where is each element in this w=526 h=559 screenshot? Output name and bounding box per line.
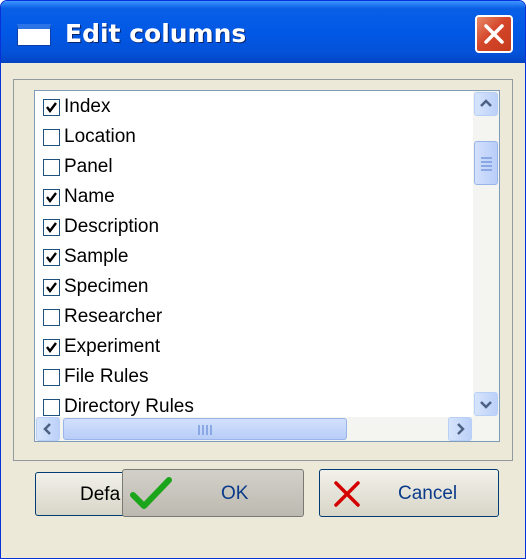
cancel-button[interactable]: Cancel (319, 469, 499, 517)
close-button[interactable] (475, 15, 513, 53)
column-checkbox[interactable] (43, 369, 60, 386)
scroll-left-button[interactable] (36, 417, 60, 441)
chevron-up-icon (480, 99, 492, 107)
column-label: Description (64, 216, 160, 237)
list-item[interactable]: Experiment (35, 333, 475, 363)
column-checkbox[interactable] (43, 219, 60, 236)
edit-columns-dialog: Edit columns Index Location Panel Name Descr… (0, 0, 526, 559)
check-icon (46, 252, 57, 263)
column-checkbox[interactable] (43, 339, 60, 356)
horizontal-scrollbar[interactable] (35, 417, 499, 441)
ok-button[interactable]: OK (122, 469, 304, 517)
check-icon (46, 222, 57, 233)
window-icon (17, 24, 51, 46)
check-icon (46, 192, 57, 203)
column-label: Specimen (64, 276, 149, 297)
check-icon (46, 342, 57, 353)
column-checkbox[interactable] (43, 249, 60, 266)
dialog-title: Edit columns (65, 19, 247, 48)
column-label: Directory Rules (64, 396, 194, 417)
check-icon (46, 282, 57, 293)
list-item[interactable]: File Rules (35, 363, 475, 393)
column-checkbox[interactable] (43, 99, 60, 116)
columns-list[interactable]: Index Location Panel Name Description Sample S… (34, 90, 500, 442)
column-checkbox[interactable] (43, 159, 60, 176)
column-label: File Rules (64, 366, 149, 387)
scroll-right-button[interactable] (448, 417, 472, 441)
column-checkbox[interactable] (43, 279, 60, 296)
chevron-left-icon (43, 423, 51, 435)
vertical-scroll-thumb[interactable] (474, 141, 498, 185)
list-item[interactable]: Specimen (35, 273, 475, 303)
chevron-down-icon (480, 401, 492, 409)
list-item[interactable]: Description (35, 213, 475, 243)
list-item[interactable]: Researcher (35, 303, 475, 333)
horizontal-scroll-thumb[interactable] (63, 418, 347, 440)
column-checkbox[interactable] (43, 129, 60, 146)
list-item[interactable]: Index (35, 93, 475, 123)
list-item[interactable]: Sample (35, 243, 475, 273)
title-bar[interactable]: Edit columns (1, 1, 525, 63)
column-checkbox[interactable] (43, 309, 60, 326)
default-button-label: Defa (80, 484, 121, 505)
list-item[interactable]: Location (35, 123, 475, 153)
checkmark-icon (130, 477, 172, 509)
column-label: Panel (64, 156, 113, 177)
column-label: Index (64, 96, 111, 117)
column-label: Sample (64, 246, 129, 267)
vertical-scrollbar[interactable] (473, 91, 499, 417)
column-label: Experiment (64, 336, 161, 357)
ok-button-label: OK (221, 483, 249, 504)
column-label: Name (64, 186, 115, 207)
check-icon (46, 102, 57, 113)
cancel-button-label: Cancel (398, 483, 458, 504)
x-icon (334, 481, 360, 507)
column-checkbox[interactable] (43, 399, 60, 416)
column-checkbox[interactable] (43, 189, 60, 206)
chevron-right-icon (457, 423, 465, 435)
column-label: Location (64, 126, 136, 147)
list-item[interactable]: Name (35, 183, 475, 213)
scroll-down-button[interactable] (474, 392, 498, 416)
columns-group: Index Location Panel Name Description Sample S… (13, 79, 513, 461)
list-item[interactable]: Panel (35, 153, 475, 183)
column-label: Researcher (64, 306, 163, 327)
close-icon (484, 24, 504, 44)
scroll-up-button[interactable] (474, 92, 498, 116)
